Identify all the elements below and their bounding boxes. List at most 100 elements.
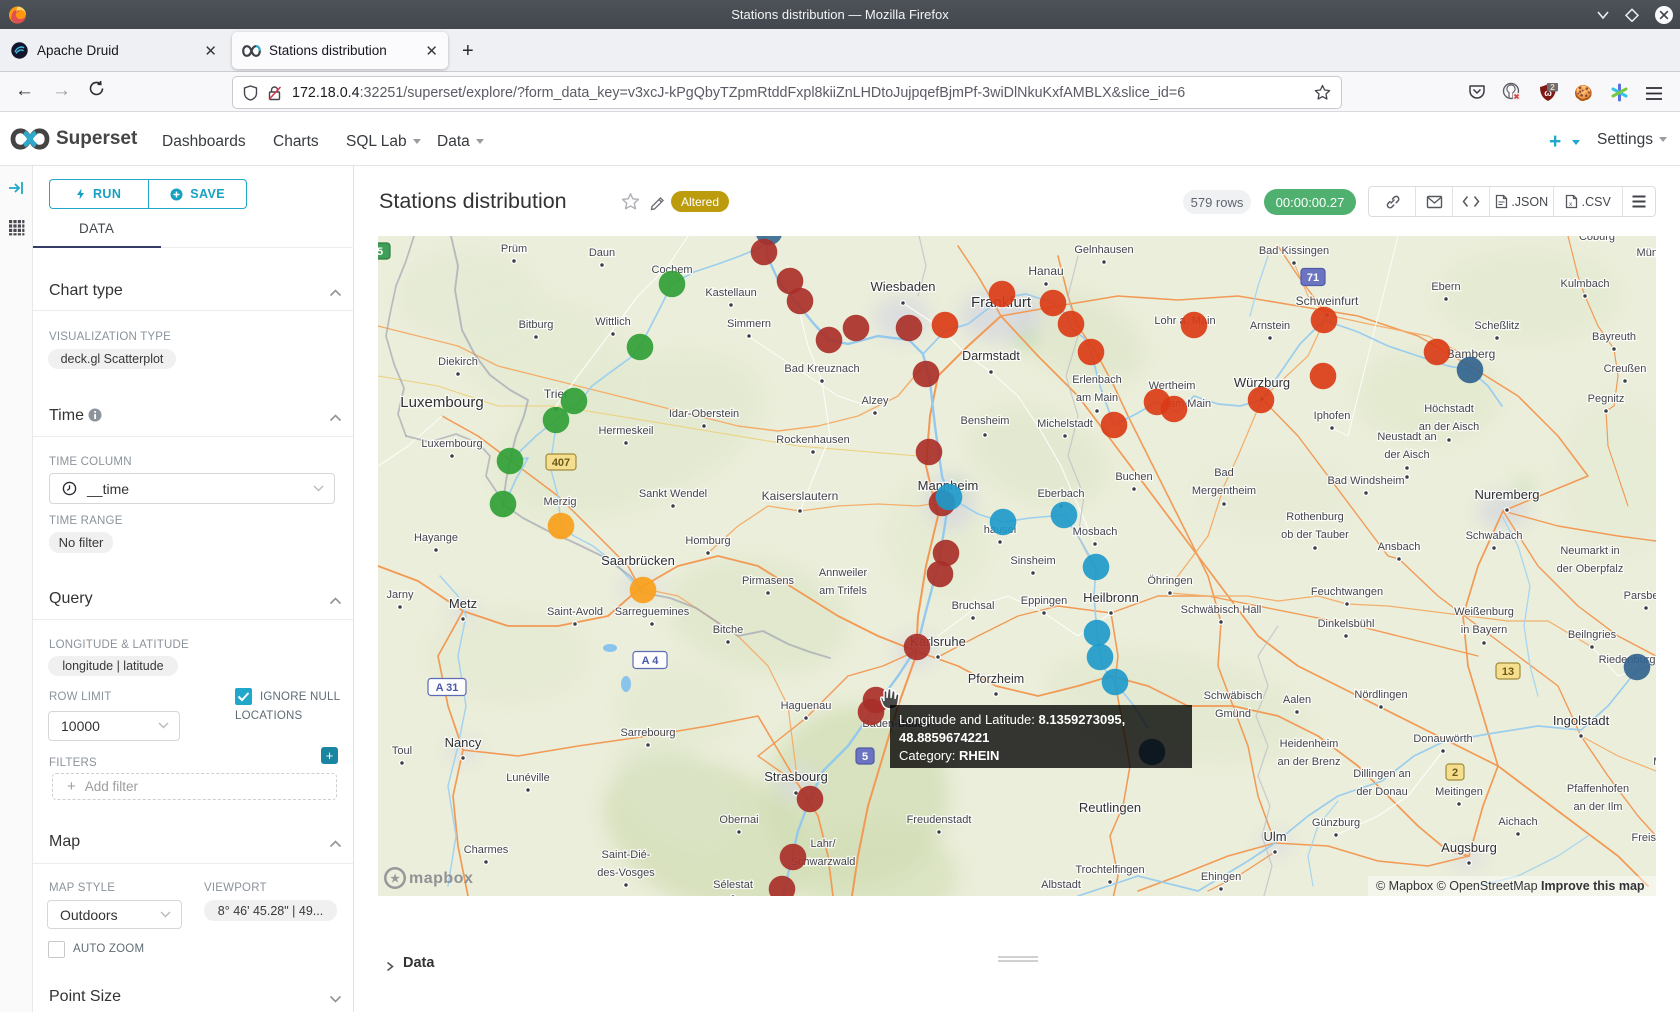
svg-text:Weißenburg: Weißenburg <box>1454 606 1514 618</box>
svg-text:Hanau: Hanau <box>1028 264 1063 278</box>
svg-text:© Mapbox © OpenStreetMap Impro: © Mapbox © OpenStreetMap Improve this ma… <box>1376 879 1645 893</box>
svg-text:Michelstadt: Michelstadt <box>1037 418 1093 430</box>
svg-text:der Aisch: der Aisch <box>1384 449 1429 461</box>
svg-text:Wittlich: Wittlich <box>595 316 630 328</box>
svg-text:Neumarkt in: Neumarkt in <box>1560 545 1619 557</box>
svg-text:A 4: A 4 <box>642 655 660 667</box>
svg-text:Schwäbisch: Schwäbisch <box>1204 690 1263 702</box>
svg-text:Lunéville: Lunéville <box>506 772 549 784</box>
svg-text:Simmern: Simmern <box>727 318 771 330</box>
svg-text:der Donau: der Donau <box>1356 786 1407 798</box>
svg-text:Münc: Münc <box>1637 247 1656 259</box>
svg-text:Category: RHEIN: Category: RHEIN <box>899 748 999 763</box>
svg-text:★: ★ <box>390 873 400 885</box>
svg-text:A 31: A 31 <box>436 682 459 694</box>
svg-text:Buchen: Buchen <box>1115 471 1152 483</box>
svg-text:2: 2 <box>1452 767 1458 779</box>
svg-text:Meitingen: Meitingen <box>1435 786 1483 798</box>
svg-text:Homburg: Homburg <box>685 535 730 547</box>
svg-text:Bad: Bad <box>1214 467 1234 479</box>
svg-text:Obernai: Obernai <box>719 814 758 826</box>
svg-text:Aalen: Aalen <box>1283 694 1311 706</box>
svg-text:407: 407 <box>552 457 570 469</box>
svg-text:Nördlingen: Nördlingen <box>1354 689 1407 701</box>
svg-text:Kulmbach: Kulmbach <box>1561 278 1610 290</box>
svg-text:Beilngries: Beilngries <box>1568 629 1617 641</box>
svg-text:mapbox: mapbox <box>409 870 473 887</box>
svg-text:Sankt Wendel: Sankt Wendel <box>639 488 707 500</box>
svg-text:Sarrebourg: Sarrebourg <box>620 727 675 739</box>
svg-text:Idar-Oberstein: Idar-Oberstein <box>669 408 739 420</box>
svg-text:Nancy: Nancy <box>445 735 482 750</box>
svg-text:2: 2 <box>1550 83 1555 92</box>
svg-text:Schwäbisch Hall: Schwäbisch Hall <box>1181 604 1262 616</box>
svg-text:Aichach: Aichach <box>1498 816 1537 828</box>
svg-text:am Trifels: am Trifels <box>819 585 867 597</box>
svg-text:am Main: am Main <box>1076 392 1118 404</box>
svg-text:Saarbrücken: Saarbrücken <box>601 553 675 568</box>
svg-text:Merzig: Merzig <box>543 496 576 508</box>
svg-text:Donauwörth: Donauwörth <box>1413 733 1472 745</box>
svg-text:Schweinfurt: Schweinfurt <box>1296 294 1359 308</box>
svg-text:Kaiserslautern: Kaiserslautern <box>762 489 839 503</box>
svg-text:Luxembourg: Luxembourg <box>400 394 483 411</box>
svg-text:Ehingen: Ehingen <box>1201 871 1241 883</box>
svg-text:Saint-Dié-: Saint-Dié- <box>602 849 651 861</box>
svg-text:Sinsheim: Sinsheim <box>1010 555 1055 567</box>
svg-text:Creußen: Creußen <box>1604 363 1647 375</box>
svg-text:Bad Kreuznach: Bad Kreuznach <box>784 363 859 375</box>
svg-text:Pfaffenhofen: Pfaffenhofen <box>1567 783 1629 795</box>
svg-text:Ingolstadt: Ingolstadt <box>1553 713 1610 728</box>
svg-text:Strasbourg: Strasbourg <box>764 769 828 784</box>
svg-text:Metz: Metz <box>449 596 477 611</box>
svg-text:Diekirch: Diekirch <box>438 356 478 368</box>
svg-text:Freudenstadt: Freudenstadt <box>907 814 972 826</box>
svg-text:Gmünd: Gmünd <box>1215 708 1251 720</box>
svg-text:Eppingen: Eppingen <box>1021 595 1068 607</box>
svg-text:5: 5 <box>378 246 383 258</box>
svg-text:Scheßlitz: Scheßlitz <box>1474 320 1519 332</box>
svg-text:Höchstadt: Höchstadt <box>1424 403 1474 415</box>
svg-text:Pirmasens: Pirmasens <box>742 575 794 587</box>
svg-text:Kastellaun: Kastellaun <box>705 287 756 299</box>
svg-text:71: 71 <box>1307 272 1319 284</box>
svg-text:Günzburg: Günzburg <box>1312 817 1360 829</box>
svg-text:Daun: Daun <box>589 247 615 259</box>
svg-text:Luxembourg: Luxembourg <box>421 438 482 450</box>
svg-text:Bayreuth: Bayreuth <box>1592 331 1636 343</box>
svg-text:Sarreguemines: Sarreguemines <box>615 606 690 618</box>
svg-text:Feuchtwangen: Feuchtwangen <box>1311 586 1383 598</box>
svg-text:Jarny: Jarny <box>387 589 414 601</box>
svg-text:Eberbach: Eberbach <box>1037 488 1084 500</box>
svg-text:Augsburg: Augsburg <box>1441 840 1497 855</box>
svg-text:Bad Kissingen: Bad Kissingen <box>1259 245 1329 257</box>
svg-text:Dinkelsbühl: Dinkelsbühl <box>1318 618 1375 630</box>
svg-text:Albstadt: Albstadt <box>1041 879 1081 891</box>
svg-text:Pegnitz: Pegnitz <box>1588 393 1625 405</box>
svg-text:Bitburg: Bitburg <box>519 319 554 331</box>
svg-text:Ulm: Ulm <box>1263 829 1286 844</box>
svg-text:Rothenburg: Rothenburg <box>1286 511 1344 523</box>
svg-text:Parsberg: Parsberg <box>1624 590 1656 602</box>
svg-text:Wiesbaden: Wiesbaden <box>870 279 935 294</box>
svg-text:Coburg: Coburg <box>1579 236 1615 243</box>
svg-text:Neustadt an: Neustadt an <box>1377 431 1436 443</box>
svg-text:Bad Windsheim: Bad Windsheim <box>1327 475 1404 487</box>
svg-text:Rockenhausen: Rockenhausen <box>776 434 849 446</box>
svg-text:Haguenau: Haguenau <box>781 700 832 712</box>
svg-text:Pforzheim: Pforzheim <box>968 672 1024 686</box>
svg-text:Mergentheim: Mergentheim <box>1192 485 1256 497</box>
svg-text:Freisi: Freisi <box>1632 832 1656 844</box>
svg-text:Mosbach: Mosbach <box>1073 526 1118 538</box>
svg-text:Erlenbach: Erlenbach <box>1072 374 1122 386</box>
svg-text:Lahr/: Lahr/ <box>810 838 836 850</box>
svg-text:Annweiler: Annweiler <box>819 567 868 579</box>
svg-text:Heidenheim: Heidenheim <box>1280 738 1339 750</box>
svg-text:ob der Tauber: ob der Tauber <box>1281 529 1349 541</box>
svg-text:Saint-Avold: Saint-Avold <box>547 606 603 618</box>
svg-text:Bruchsal: Bruchsal <box>952 600 995 612</box>
svg-text:des-Vosges: des-Vosges <box>597 867 655 879</box>
svg-text:Hayange: Hayange <box>414 532 458 544</box>
svg-text:Schwabach: Schwabach <box>1466 530 1523 542</box>
svg-text:Öhringen: Öhringen <box>1147 575 1192 587</box>
